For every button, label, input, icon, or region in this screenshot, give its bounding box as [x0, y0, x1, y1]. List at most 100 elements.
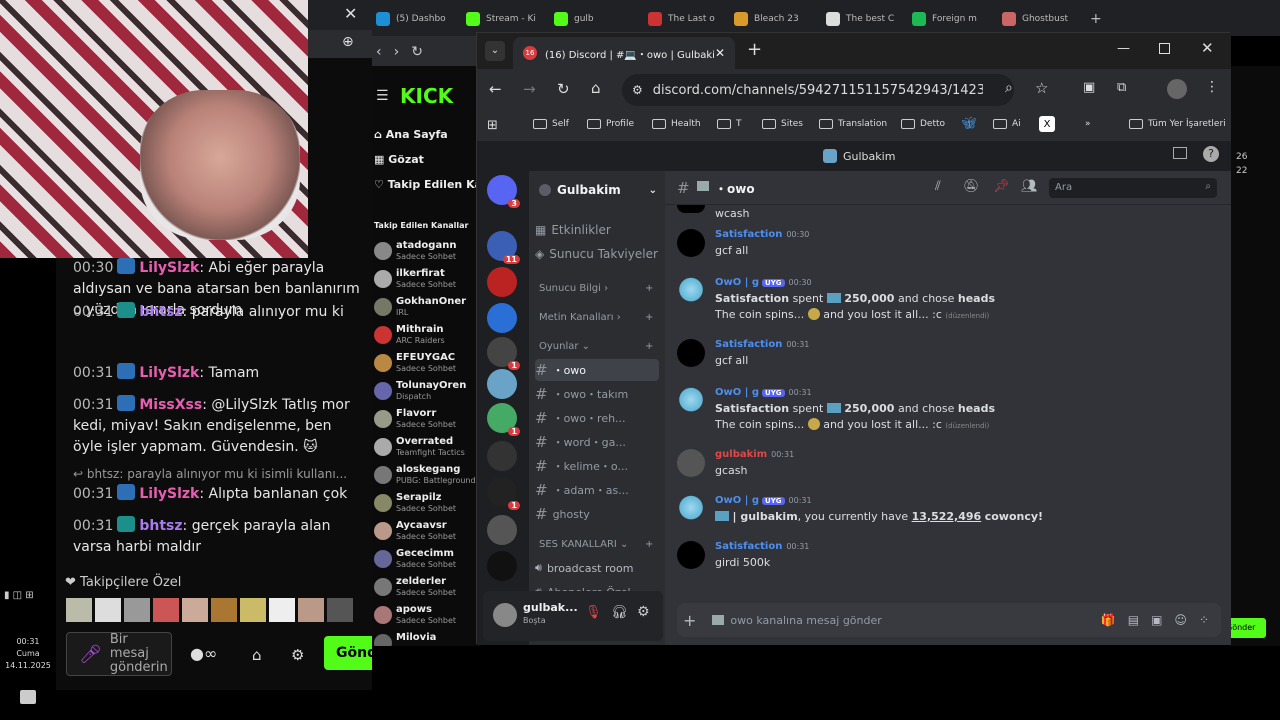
- bookmark-self[interactable]: Self: [533, 119, 569, 129]
- settings-icon[interactable]: ⚙: [637, 604, 650, 620]
- followed-channel[interactable]: Mithrain ARC Raiders: [372, 322, 480, 350]
- category-games[interactable]: Oyunlar ⌄ +: [539, 341, 653, 352]
- followed-channel[interactable]: GokhanOner IRL: [372, 294, 480, 322]
- headphones-icon[interactable]: 🎧︎: [611, 605, 628, 620]
- followed-channel[interactable]: Serapilz Sadece Sohbet: [372, 490, 480, 518]
- browser-tab[interactable]: gulb: [554, 6, 594, 32]
- server-icon[interactable]: [487, 441, 517, 471]
- message-input[interactable]: + owo kanalına mesaj gönder 🎁▤▣☺⁘: [677, 603, 1221, 637]
- emote[interactable]: [153, 598, 179, 622]
- extension-icon[interactable]: ▣: [1083, 80, 1095, 95]
- gear-icon[interactable]: ⚙: [291, 646, 304, 664]
- browser-tab[interactable]: Ghostbust: [1002, 6, 1068, 32]
- chat-username[interactable]: LilySlzk: [139, 365, 199, 381]
- add-icon[interactable]: +: [645, 539, 653, 550]
- server-icon[interactable]: 1: [487, 477, 520, 510]
- inbox-icon[interactable]: [1173, 147, 1187, 159]
- add-attachment-icon[interactable]: +: [683, 611, 696, 630]
- text-channel[interactable]: # ・owo・takım: [535, 383, 659, 405]
- emote[interactable]: [327, 598, 353, 622]
- zoom-icon[interactable]: ⊕: [342, 34, 354, 50]
- events-link[interactable]: ▦ Etkinlikler: [535, 219, 659, 241]
- followed-channel[interactable]: apows Sadece Sohbet: [372, 602, 480, 630]
- avatar[interactable]: [677, 277, 705, 305]
- followed-channel[interactable]: zelderler Sadece Sohbet: [372, 574, 480, 602]
- bookmark-sites[interactable]: Sites: [762, 119, 803, 129]
- emote[interactable]: [66, 598, 92, 622]
- back-icon[interactable]: ←: [489, 80, 502, 98]
- chat-username[interactable]: MissXss: [139, 397, 202, 413]
- message-author[interactable]: Satisfaction 00:31: [715, 339, 809, 350]
- address-bar[interactable]: ⚙ discord.com/channels/59427115115754294…: [622, 74, 1014, 106]
- emote[interactable]: [182, 598, 208, 622]
- maximize-icon[interactable]: [1159, 43, 1170, 54]
- voice-channel[interactable]: 🔊︎ broadcast room: [535, 557, 659, 579]
- forward-icon[interactable]: →: [523, 80, 536, 98]
- followed-channel[interactable]: TolunayOren Dispatch: [372, 378, 480, 406]
- followed-channel[interactable]: aloskegang PUBG: Battlegrounds: [372, 462, 480, 490]
- home-icon[interactable]: ⌂: [591, 79, 601, 97]
- menu-icon[interactable]: ☰: [376, 88, 389, 104]
- text-channel[interactable]: # ・adam・as...: [535, 479, 659, 501]
- avatar[interactable]: [677, 541, 705, 569]
- kick-nav-item[interactable]: ⌂ Ana Sayfa: [374, 128, 448, 141]
- pin-icon[interactable]: 📌︎: [993, 179, 1010, 194]
- avatar[interactable]: [677, 339, 705, 367]
- new-tab-icon[interactable]: +: [1090, 6, 1102, 32]
- send-button[interactable]: Gönd: [324, 636, 377, 670]
- puzzle-icon[interactable]: ⧉: [1117, 80, 1126, 95]
- server-header[interactable]: Gulbakim ⌄: [539, 183, 657, 197]
- emote[interactable]: [211, 598, 237, 622]
- server-icon[interactable]: [487, 303, 517, 333]
- mute-icon[interactable]: 🎙︎: [585, 605, 602, 620]
- bookmark-ai[interactable]: Ai: [993, 119, 1021, 129]
- tab-discord[interactable]: 16 (16) Discord | #💻・owo | Gulbakim ✕: [513, 37, 735, 69]
- mic-icon[interactable]: 🎤︎: [79, 644, 102, 665]
- chat-input[interactable]: 🎤︎ Bir mesaj gönderin: [66, 632, 172, 676]
- threads-icon[interactable]: ⫽: [935, 179, 941, 194]
- bookmark-health[interactable]: Health: [652, 119, 701, 129]
- site-info-icon[interactable]: ⚙: [632, 83, 643, 97]
- nav-arrows-icon[interactable]: ‹›↻: [376, 44, 435, 60]
- kick-nav-item[interactable]: ♡ Takip Edilen Kan: [374, 178, 490, 191]
- bookmark-profile[interactable]: Profile: [587, 119, 634, 129]
- kick-nav-item[interactable]: ▦ Gözat: [374, 153, 424, 166]
- text-channel[interactable]: # ghosty: [535, 503, 659, 525]
- reload-icon[interactable]: ↻: [557, 80, 570, 98]
- emote[interactable]: [269, 598, 295, 622]
- server-icon[interactable]: 3: [487, 175, 520, 208]
- emote[interactable]: [240, 598, 266, 622]
- bookmark-translation[interactable]: Translation: [819, 119, 887, 129]
- profile-avatar[interactable]: [1167, 79, 1187, 99]
- bookmark-detto[interactable]: Detto: [901, 119, 945, 129]
- browser-tab[interactable]: The Last o: [648, 6, 715, 32]
- browser-tab[interactable]: Foreign m: [912, 6, 977, 32]
- search-input[interactable]: Ara ⌕: [1049, 178, 1217, 198]
- avatar[interactable]: [677, 449, 705, 477]
- browser-tab[interactable]: (5) Dashbo: [376, 6, 446, 32]
- bookmark-star-icon[interactable]: ☆: [1035, 79, 1048, 97]
- store-icon[interactable]: ⌂: [252, 646, 262, 664]
- tray-icons[interactable]: ▮ ◫ ⊞: [4, 590, 52, 601]
- text-channel[interactable]: # ・word・ga...: [535, 431, 659, 453]
- browser-tab[interactable]: Stream - Ki: [466, 6, 536, 32]
- emote-row[interactable]: [66, 598, 353, 622]
- server-icon[interactable]: 1: [487, 403, 520, 436]
- bookmark-t[interactable]: T: [717, 119, 742, 129]
- help-icon[interactable]: ?: [1203, 146, 1219, 162]
- window-close-icon[interactable]: ✕: [1201, 39, 1214, 57]
- avatar[interactable]: [677, 495, 705, 523]
- text-channel[interactable]: # ・kelime・o...: [535, 455, 659, 477]
- emote[interactable]: [298, 598, 324, 622]
- avatar[interactable]: [677, 229, 705, 257]
- text-channel[interactable]: # ・owo: [535, 359, 659, 381]
- server-icon[interactable]: 11: [487, 231, 520, 264]
- followed-channel[interactable]: Aycaavsr Sadece Sohbet: [372, 518, 480, 546]
- boosts-link[interactable]: ◈ Sunucu Takviyeleri: [535, 243, 659, 265]
- add-icon[interactable]: +: [645, 341, 653, 352]
- browser-tab[interactable]: The best C: [826, 6, 894, 32]
- chat-username[interactable]: bhtsz: [139, 518, 182, 534]
- server-icon[interactable]: 1: [487, 337, 520, 370]
- zoom-icon[interactable]: ⌕: [1005, 80, 1013, 96]
- more-bookmarks-icon[interactable]: »: [1085, 119, 1091, 129]
